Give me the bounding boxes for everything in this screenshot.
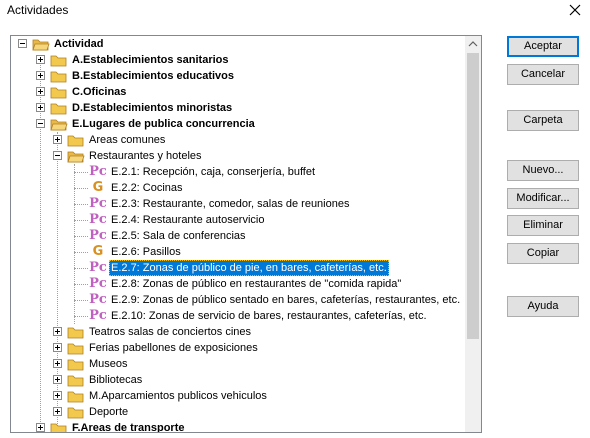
- tree-leaf-label: E.2.10: Zonas de servicio de bares, rest…: [111, 310, 427, 322]
- open-folder-icon: [50, 116, 68, 132]
- scrollbar-thumb[interactable]: [467, 53, 479, 339]
- tree-node-label: Ferias pabellones de exposiciones: [89, 342, 258, 354]
- folder-icon: [50, 52, 68, 68]
- open-folder-icon: [32, 36, 50, 52]
- tree-node-label: B.Establecimientos educativos: [72, 70, 234, 82]
- tree-leaf-label: E.2.4: Restaurante autoservicio: [111, 214, 265, 226]
- vertical-scrollbar[interactable]: [465, 36, 481, 432]
- tree-node-label: A.Establecimientos sanitarios: [72, 54, 229, 66]
- accept-button[interactable]: Aceptar: [507, 36, 579, 57]
- delete-button[interactable]: Eliminar: [507, 215, 579, 236]
- expand-icon[interactable]: [53, 327, 62, 336]
- pc-icon: Pc: [89, 196, 107, 211]
- expand-icon[interactable]: [53, 135, 62, 144]
- tree-leaf-label: E.2.8: Zonas de público en restaurantes …: [111, 278, 402, 290]
- tree-leaf-label: E.2.7: Zonas de público de pie, en bares…: [109, 260, 389, 276]
- pc-icon: Pc: [89, 212, 107, 227]
- tree-node-label: Areas comunes: [89, 134, 166, 146]
- tree-node-label: D.Establecimientos minoristas: [72, 102, 233, 114]
- expand-icon[interactable]: [36, 55, 45, 64]
- pc-icon: Pc: [89, 292, 107, 307]
- window-title: Actividades: [7, 3, 69, 17]
- title-bar: Actividades: [0, 0, 590, 22]
- folder-icon: [67, 404, 85, 420]
- tree-leaf-label: E.2.2: Cocinas: [111, 182, 183, 194]
- g-icon: G: [92, 244, 104, 259]
- collapse-icon[interactable]: [18, 39, 27, 48]
- tree-rows: Actividad A.Establecimientos sanitarios …: [11, 36, 466, 433]
- modify-button[interactable]: Modificar...: [507, 188, 579, 209]
- tree-node-label: Restaurantes y hoteles: [89, 150, 202, 162]
- folder-icon: [67, 372, 85, 388]
- pc-icon: Pc: [89, 276, 107, 291]
- tree-node-label: Bibliotecas: [89, 374, 143, 386]
- expand-icon[interactable]: [53, 359, 62, 368]
- tree-leaf-label: E.2.9: Zonas de público sentado en bares…: [111, 294, 461, 306]
- expand-icon[interactable]: [53, 407, 62, 416]
- open-folder-icon: [67, 148, 85, 164]
- new-button[interactable]: Nuevo...: [507, 160, 579, 181]
- tree-leaf-label: E.2.6: Pasillos: [111, 246, 181, 258]
- folder-icon: [50, 420, 68, 432]
- close-icon[interactable]: [566, 1, 584, 19]
- activity-tree[interactable]: Actividad A.Establecimientos sanitarios …: [10, 35, 482, 433]
- help-button[interactable]: Ayuda: [507, 296, 579, 317]
- copy-button[interactable]: Copiar: [507, 243, 579, 264]
- expand-icon[interactable]: [53, 391, 62, 400]
- tree-node-label: M.Aparcamientos publicos vehiculos: [89, 390, 267, 402]
- pc-icon: Pc: [89, 260, 107, 275]
- scroll-up-arrow-icon[interactable]: [465, 36, 481, 52]
- pc-icon: Pc: [89, 228, 107, 243]
- tree-node-label: C.Oficinas: [72, 86, 127, 98]
- g-icon: G: [92, 180, 104, 195]
- tree-node-label: F.Areas de transporte: [72, 422, 185, 433]
- tree-node-label: Teatros salas de conciertos cines: [89, 326, 252, 338]
- expand-icon[interactable]: [53, 343, 62, 352]
- tree-node-label: Actividad: [54, 38, 104, 50]
- cancel-button[interactable]: Cancelar: [507, 64, 579, 85]
- tree-leaf-label: E.2.5: Sala de conferencias: [111, 230, 246, 242]
- folder-icon: [50, 100, 68, 116]
- tree-leaf-label: E.2.1: Recepción, caja, conserjería, buf…: [111, 166, 316, 178]
- tree-node-label: Deporte: [89, 406, 129, 418]
- folder-icon: [67, 132, 85, 148]
- collapse-icon[interactable]: [36, 119, 45, 128]
- expand-icon[interactable]: [36, 71, 45, 80]
- folder-icon: [50, 68, 68, 84]
- collapse-icon[interactable]: [53, 151, 62, 160]
- expand-icon[interactable]: [36, 423, 45, 432]
- tree-node-label: Museos: [89, 358, 128, 370]
- folder-icon: [67, 356, 85, 372]
- tree-leaf-label: E.2.3: Restaurante, comedor, salas de re…: [111, 198, 350, 210]
- expand-icon[interactable]: [36, 103, 45, 112]
- folder-icon: [50, 84, 68, 100]
- pc-icon: Pc: [89, 308, 107, 323]
- expand-icon[interactable]: [36, 87, 45, 96]
- folder-icon: [67, 388, 85, 404]
- tree-node-label: E.Lugares de publica concurrencia: [72, 118, 255, 130]
- pc-icon: Pc: [89, 164, 107, 179]
- expand-icon[interactable]: [53, 375, 62, 384]
- folder-button[interactable]: Carpeta: [507, 110, 579, 131]
- folder-icon: [67, 340, 85, 356]
- folder-icon: [67, 324, 85, 340]
